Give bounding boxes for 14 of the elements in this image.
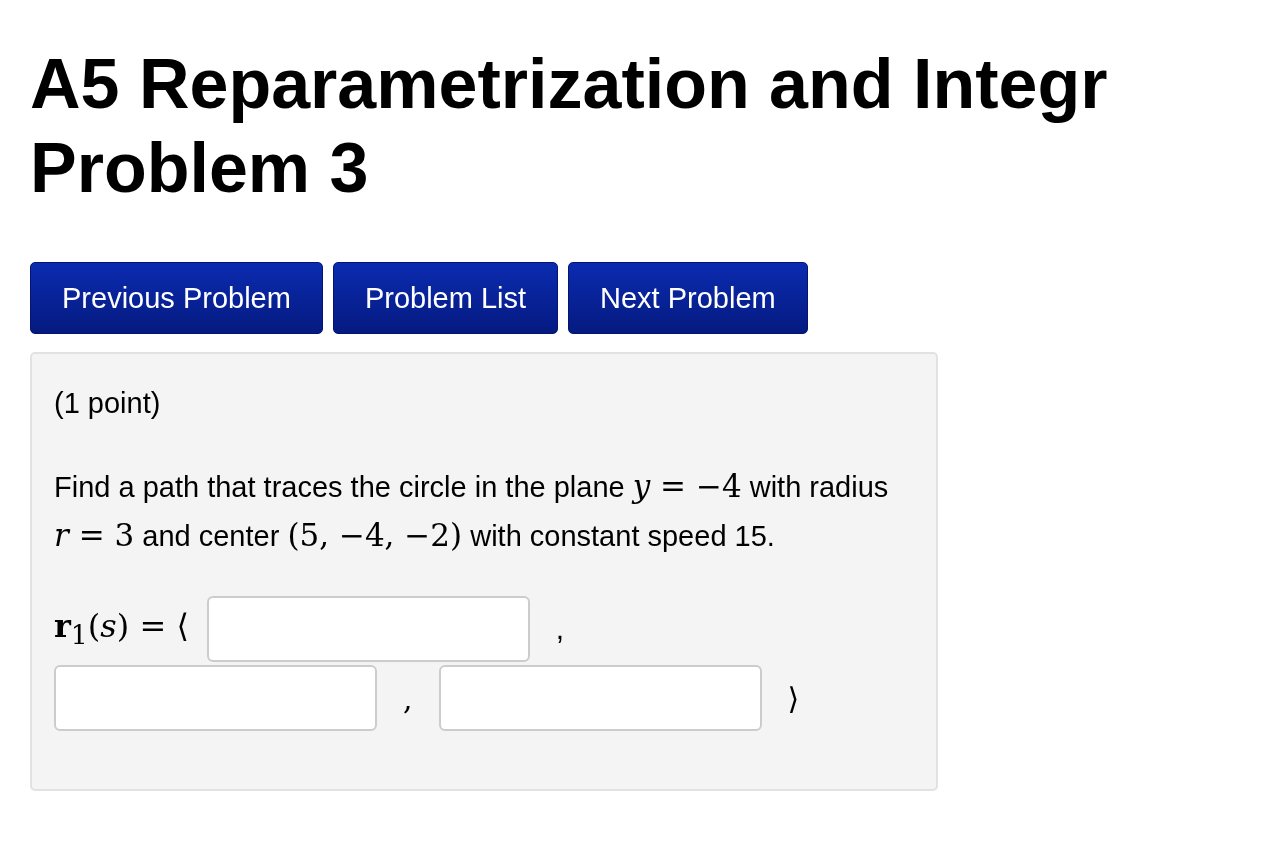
points-label: (1 point) — [54, 386, 162, 421]
answer-field[interactable] — [206, 596, 530, 662]
nav-button[interactable]: Previous Problem — [30, 262, 323, 334]
separator: , — [402, 680, 414, 716]
nav-button[interactable]: Problem List — [332, 262, 559, 334]
answer-field[interactable] — [54, 665, 377, 731]
vector-label: r$_{1}$(s) = ⟨ — [54, 607, 189, 651]
answer-field[interactable] — [438, 665, 762, 731]
page-title: A5 Reparametrization and Integr — [30, 44, 1108, 125]
separator: ⟩ — [786, 680, 801, 716]
separator: , — [554, 612, 566, 646]
page-title: Problem 3 — [30, 128, 369, 209]
nav-button[interactable]: Next Problem — [568, 262, 808, 334]
problem-statement: Find a path that traces the circle in the plane y = −4 with radius r = 3 and center (5, −4, −2) with constant speed 15. — [54, 467, 890, 555]
